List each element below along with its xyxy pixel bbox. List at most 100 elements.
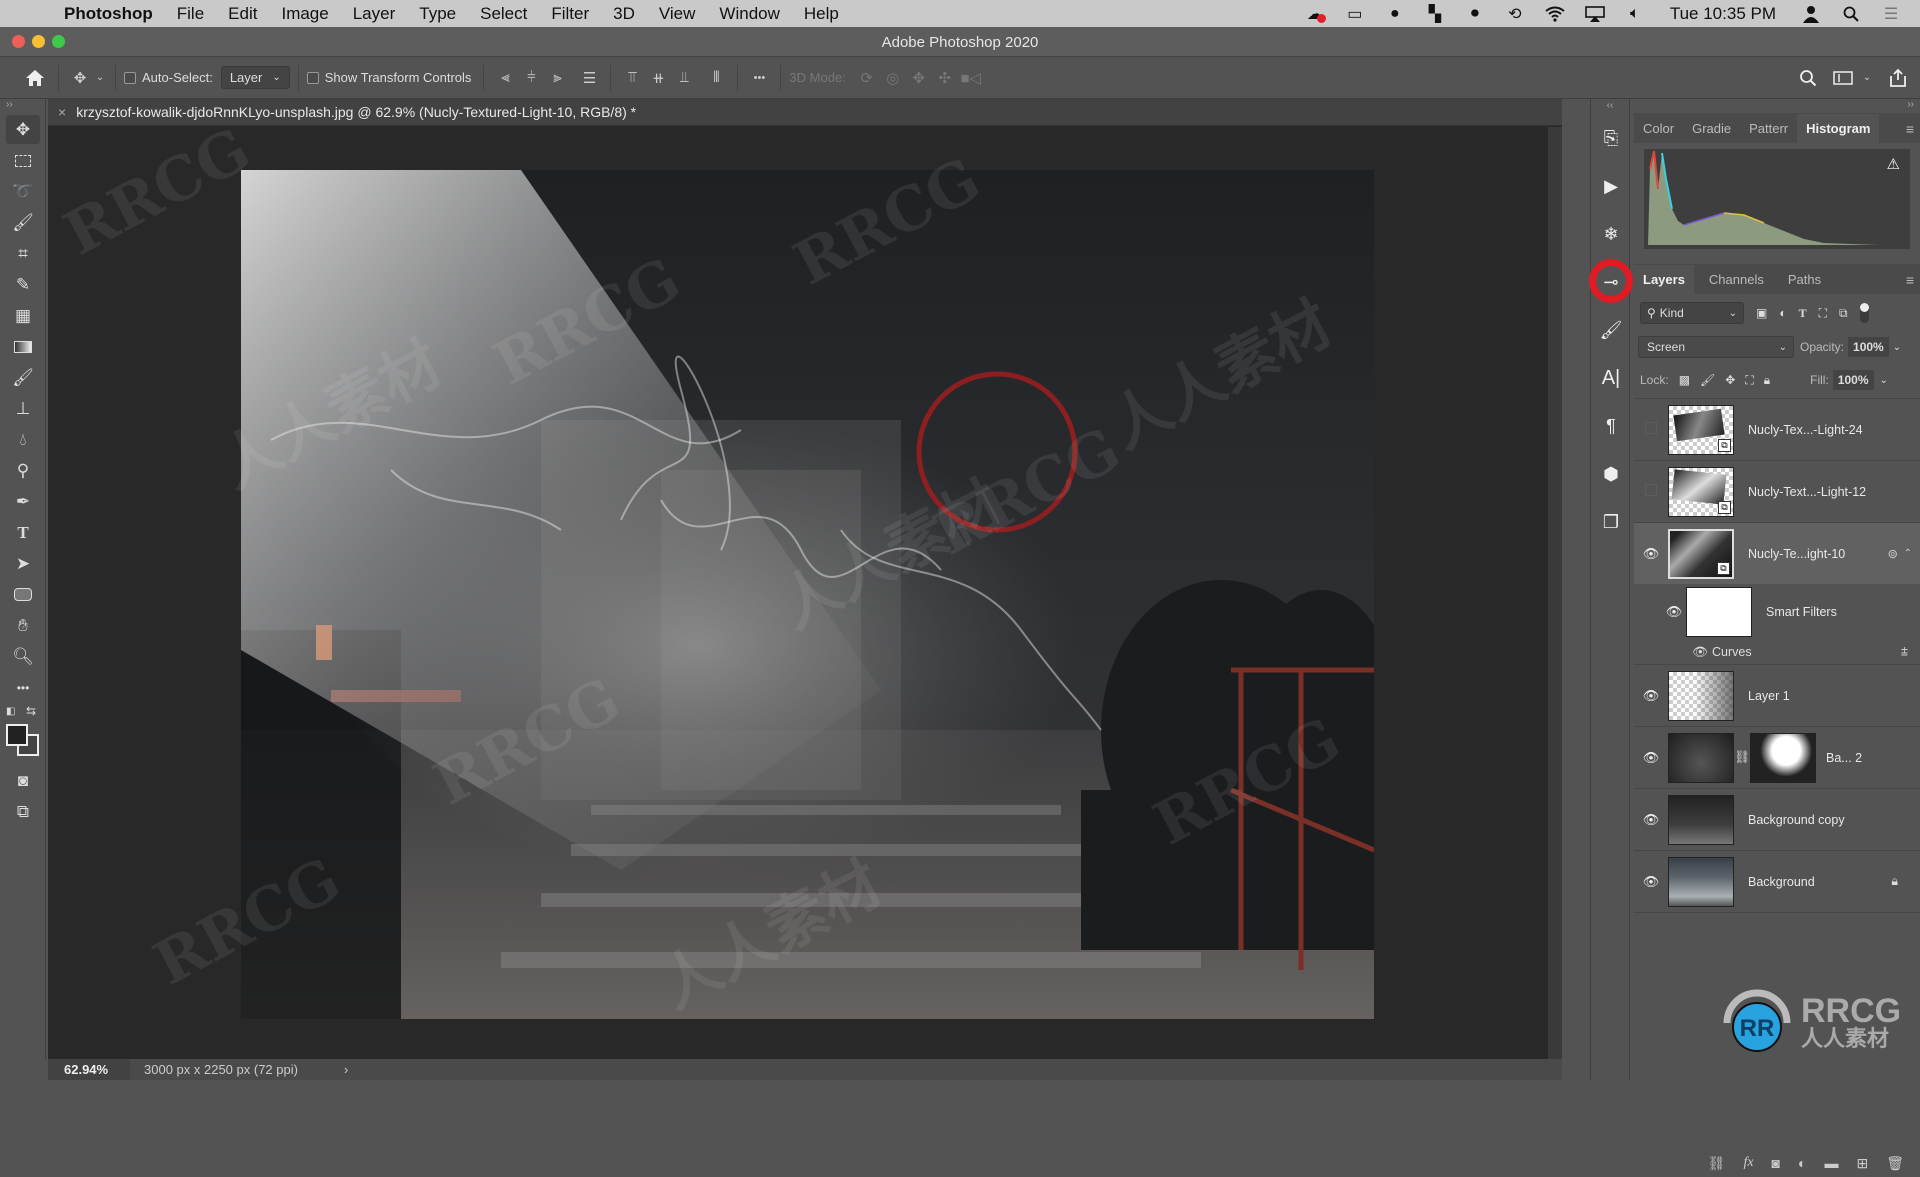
menu-type[interactable]: Type — [419, 4, 456, 24]
volume-icon[interactable]: 🔈︎ — [1624, 5, 1646, 23]
link-icon[interactable]: ⛓︎ — [1734, 750, 1750, 765]
screen-mode-button[interactable]: ⧉ — [6, 797, 40, 826]
layer-row[interactable]: ⧉ Nucly-Tex...-Light-24 — [1634, 398, 1920, 460]
orbit-3d-camera-icon[interactable]: ⟳ — [854, 66, 880, 90]
move-tool-preset-icon[interactable]: ✥ — [67, 66, 93, 90]
eye-icon[interactable]: 👁︎ — [1634, 688, 1668, 704]
filter-pixel-layers-icon[interactable]: ▣ — [1756, 306, 1767, 320]
distribute-horizontally-icon[interactable]: ⦀ — [703, 66, 729, 90]
align-vertical-centers-icon[interactable]: ⧺ — [645, 66, 671, 90]
clone-stamp-tool[interactable]: ⊥ — [6, 394, 40, 423]
align-left-edges-icon[interactable]: ⫷ — [492, 66, 518, 90]
tab-paths[interactable]: Paths — [1779, 265, 1830, 294]
slide-3d-camera-icon[interactable]: ✣ — [932, 66, 958, 90]
zoom-level[interactable]: 62.94% — [48, 1059, 130, 1080]
zoom-3d-camera-icon[interactable]: ■◁ — [958, 66, 984, 90]
eyedropper-tool[interactable]: ✎ — [6, 270, 40, 299]
canvas-image[interactable] — [241, 170, 1374, 1019]
zoom-tool[interactable]: 🔍︎ — [6, 642, 40, 671]
filter-shape-layers-icon[interactable]: ⛶ — [1819, 306, 1827, 321]
add-layer-style-icon[interactable]: fx — [1743, 1155, 1753, 1171]
eye-icon[interactable]: 👁︎ — [1634, 874, 1668, 890]
collapse-panels-icon[interactable]: ‹‹ — [1591, 99, 1629, 121]
align-bottom-edges-icon[interactable]: ⫫ — [671, 66, 697, 90]
menu-help[interactable]: Help — [804, 4, 839, 24]
menu-edit[interactable]: Edit — [228, 4, 257, 24]
notification-center-icon[interactable]: ☰ — [1880, 5, 1902, 23]
blend-mode-dropdown[interactable]: Screen ⌄ — [1638, 336, 1794, 358]
roll-3d-camera-icon[interactable]: ◎ — [880, 66, 906, 90]
gradient-tool[interactable] — [6, 332, 40, 361]
airplay-icon[interactable] — [1584, 5, 1606, 23]
layer-filter-dropdown[interactable]: ⚲ Kind ⌄ — [1640, 302, 1744, 324]
panel-menu-icon[interactable]: ≡ — [1906, 272, 1914, 288]
layer-row[interactable]: ⧉ Nucly-Text...-Light-12 — [1634, 460, 1920, 522]
status-info-arrow[interactable]: › — [344, 1062, 348, 1077]
lock-position-icon[interactable]: ✥ — [1725, 373, 1735, 387]
type-tool[interactable]: T — [6, 518, 40, 547]
brush-settings-panel-icon[interactable]: 🖌︎ — [1591, 313, 1631, 347]
close-document-icon[interactable]: × — [58, 104, 66, 120]
quick-mask-button[interactable]: ◙ — [6, 766, 40, 795]
align-right-edges-icon[interactable]: ⫸ — [544, 66, 570, 90]
layout-icon[interactable]: ▚ — [1424, 5, 1446, 23]
eye-icon[interactable]: 👁︎ — [1662, 604, 1686, 620]
expand-dock-icon[interactable]: ›› — [1634, 99, 1920, 113]
default-colors-icon[interactable]: ◧ — [6, 706, 15, 717]
quick-selection-tool[interactable]: 🖌︎ — [6, 208, 40, 237]
menu-select[interactable]: Select — [480, 4, 527, 24]
rectangle-tool[interactable] — [6, 580, 40, 609]
paragraph-panel-icon[interactable]: ¶ — [1591, 409, 1631, 443]
wifi-icon[interactable] — [1544, 5, 1566, 23]
lock-transparent-pixels-icon[interactable]: ▩ — [1679, 373, 1690, 387]
menu-window[interactable]: Window — [719, 4, 779, 24]
foreground-color-swatch[interactable] — [6, 724, 28, 746]
more-options-button[interactable]: ••• — [746, 66, 772, 90]
histogram-warning-icon[interactable]: ⚠ — [1887, 155, 1900, 173]
layer-mask-thumbnail[interactable] — [1750, 732, 1816, 783]
workspace-icon[interactable] — [1830, 66, 1856, 90]
show-transform-controls-checkbox[interactable] — [306, 71, 319, 84]
layer-name[interactable]: Background copy — [1748, 813, 1845, 827]
actions-panel-icon[interactable]: ▶ — [1591, 169, 1631, 203]
time-machine-icon[interactable]: ⟲ — [1504, 5, 1526, 23]
menu-file[interactable]: File — [177, 4, 204, 24]
crop-tool[interactable]: ⌗ — [6, 239, 40, 268]
layer-row-selected[interactable]: 👁︎ ⧉ Nucly-Te...ight-10 ⊚ ⌃ — [1634, 522, 1920, 584]
path-selection-tool[interactable]: ➤ — [6, 549, 40, 578]
edit-toolbar-button[interactable]: ••• — [6, 673, 40, 702]
filter-row[interactable]: 👁︎ Curves ⩲ — [1634, 640, 1920, 664]
blur-tool[interactable]: 💧︎ — [6, 425, 40, 454]
tab-channels[interactable]: Channels — [1700, 265, 1773, 294]
filter-toggle-switch[interactable] — [1859, 303, 1869, 323]
layer-name[interactable]: Nucly-Te...ight-10 — [1748, 547, 1845, 561]
visibility-toggle-off[interactable] — [1634, 484, 1668, 499]
layer-row[interactable]: 👁︎ Background copy — [1634, 788, 1920, 850]
tab-layers[interactable]: Layers — [1634, 265, 1694, 294]
add-mask-icon[interactable]: ◙ — [1772, 1155, 1780, 1171]
properties-panel-icon[interactable]: ❄ — [1591, 217, 1631, 251]
smart-filters-row[interactable]: 👁︎ Smart Filters — [1634, 584, 1920, 640]
menu-image[interactable]: Image — [281, 4, 328, 24]
smart-filters-label[interactable]: Smart Filters — [1766, 605, 1837, 619]
opacity-input[interactable]: 100% — [1848, 337, 1889, 357]
3d-panel-icon[interactable]: ⬢ — [1591, 457, 1631, 491]
home-icon[interactable] — [20, 66, 50, 90]
menu-3d[interactable]: 3D — [613, 4, 635, 24]
chevron-down-icon[interactable]: ⌄ — [1880, 375, 1888, 386]
tab-color[interactable]: Color — [1634, 114, 1683, 143]
menubar-clock[interactable]: Tue 10:35 PM — [1670, 4, 1776, 24]
layer-name[interactable]: Ba... 2 — [1826, 751, 1862, 765]
canvas-viewport[interactable]: RRCG RRCG RRCG RRCG RRCG RRCG RRCG 人人素材 … — [48, 114, 1562, 1059]
distribute-vertically-icon[interactable]: ☰ — [576, 66, 602, 90]
move-tool[interactable]: ✥ — [6, 115, 40, 144]
layer-row[interactable]: 👁︎ ⛓︎ Ba... 2 — [1634, 726, 1920, 788]
tab-gradients[interactable]: Gradie — [1683, 114, 1740, 143]
auto-select-checkbox[interactable] — [124, 71, 136, 84]
user-icon[interactable] — [1800, 5, 1822, 23]
lasso-tool[interactable]: ➰ — [6, 177, 40, 206]
tab-histogram[interactable]: Histogram — [1797, 114, 1880, 143]
eye-icon[interactable]: 👁︎ — [1634, 645, 1712, 660]
chevron-down-icon[interactable]: ⌄ — [1860, 66, 1874, 90]
lock-artboard-icon[interactable]: ⛶ — [1745, 373, 1753, 388]
